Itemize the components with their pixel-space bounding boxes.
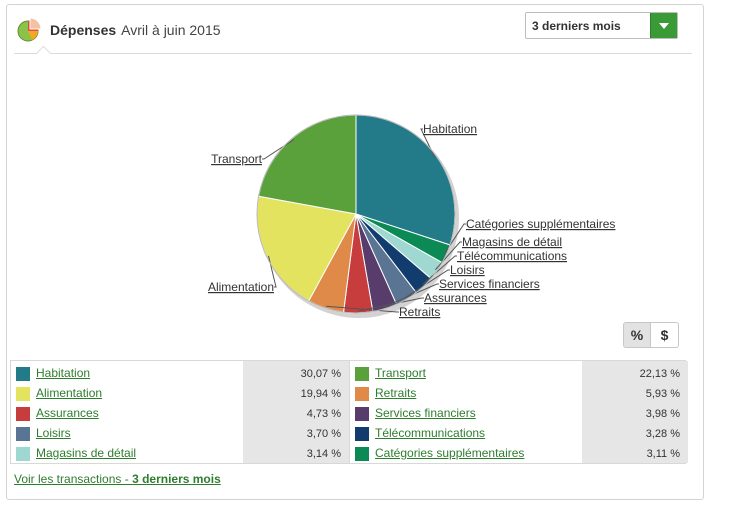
- legend-swatch: [16, 367, 30, 381]
- legend-row: Alimentation 19,94 %: [11, 383, 349, 403]
- legend-row: Magasins de détail 3,14 %: [11, 443, 349, 463]
- legend-percent: 19,94 %: [300, 388, 341, 400]
- pie-slice[interactable]: [258, 114, 357, 215]
- pie-slice-label[interactable]: Transport: [211, 152, 263, 166]
- legend-category-link[interactable]: Télécommunications: [375, 426, 485, 440]
- legend-row: Assurances 4,73 %: [11, 403, 349, 423]
- legend-category-link[interactable]: Transport: [375, 366, 426, 380]
- legend-swatch: [355, 367, 369, 381]
- legend-percent: 3,14 %: [306, 448, 341, 460]
- legend-category-link[interactable]: Services financiers: [375, 406, 476, 420]
- legend-row: Retraits 5,93 %: [350, 383, 688, 403]
- percent-toggle-button[interactable]: %: [623, 322, 651, 348]
- legend-swatch: [355, 427, 369, 441]
- legend-category-link[interactable]: Habitation: [36, 366, 90, 380]
- pie-slice-label[interactable]: Services financiers: [439, 277, 540, 291]
- legend-row: Catégories supplémentaires 3,11 %: [350, 443, 688, 463]
- legend-percent: 4,73 %: [306, 408, 341, 420]
- legend-category-link[interactable]: Alimentation: [36, 386, 102, 400]
- legend-swatch: [16, 427, 30, 441]
- pie-slice-label[interactable]: Catégories supplémentaires: [466, 217, 615, 231]
- legend-swatch: [355, 387, 369, 401]
- legend-swatch: [355, 447, 369, 461]
- legend-percent: 30,07 %: [300, 368, 341, 380]
- legend-category-link[interactable]: Catégories supplémentaires: [375, 446, 524, 460]
- legend-column-right: Transport 22,13 % Retraits 5,93 % Services f…: [349, 361, 688, 463]
- legend-swatch: [16, 447, 30, 461]
- view-transactions-link[interactable]: Voir les transactions - 3 derniers mois: [14, 472, 221, 486]
- legend-swatch: [16, 407, 30, 421]
- legend-row: Loisirs 3,70 %: [11, 423, 349, 443]
- legend-row: Télécommunications 3,28 %: [350, 423, 688, 443]
- pie-slice-label[interactable]: Loisirs: [450, 263, 485, 277]
- pie-slice-label[interactable]: Alimentation: [208, 280, 274, 294]
- legend-row: Habitation 30,07 %: [11, 363, 349, 383]
- legend-row: Services financiers 3,98 %: [350, 403, 688, 423]
- pie-slice-label[interactable]: Assurances: [424, 291, 487, 305]
- legend-category-link[interactable]: Retraits: [375, 386, 416, 400]
- pie-slice-label[interactable]: Habitation: [423, 122, 477, 136]
- legend-percent: 22,13 %: [639, 368, 680, 380]
- legend-swatch: [355, 407, 369, 421]
- legend-percent: 3,28 %: [645, 428, 680, 440]
- amount-toggle-button[interactable]: $: [651, 322, 679, 348]
- legend-table: Habitation 30,07 % Alimentation 19,94 % Assu…: [10, 360, 688, 464]
- display-toggle: % $: [623, 322, 679, 348]
- view-transactions-period: 3 derniers mois: [132, 472, 221, 486]
- legend-swatch: [16, 387, 30, 401]
- legend-percent: 3,11 %: [646, 448, 680, 460]
- pie-slice-label[interactable]: Télécommunications: [457, 249, 567, 263]
- legend-row: Transport 22,13 %: [350, 363, 688, 383]
- legend-category-link[interactable]: Loisirs: [36, 426, 71, 440]
- legend-percent: 3,98 %: [645, 408, 680, 420]
- legend-percent: 3,70 %: [306, 428, 341, 440]
- pie-slice-label[interactable]: Magasins de détail: [462, 235, 562, 249]
- pie-slice-label[interactable]: Retraits: [399, 305, 440, 319]
- view-transactions-text: Voir les transactions -: [14, 472, 133, 486]
- legend-category-link[interactable]: Magasins de détail: [36, 446, 136, 460]
- legend-category-link[interactable]: Assurances: [36, 406, 99, 420]
- legend-percent: 5,93 %: [645, 388, 680, 400]
- legend-column-left: Habitation 30,07 % Alimentation 19,94 % Assu…: [11, 361, 349, 463]
